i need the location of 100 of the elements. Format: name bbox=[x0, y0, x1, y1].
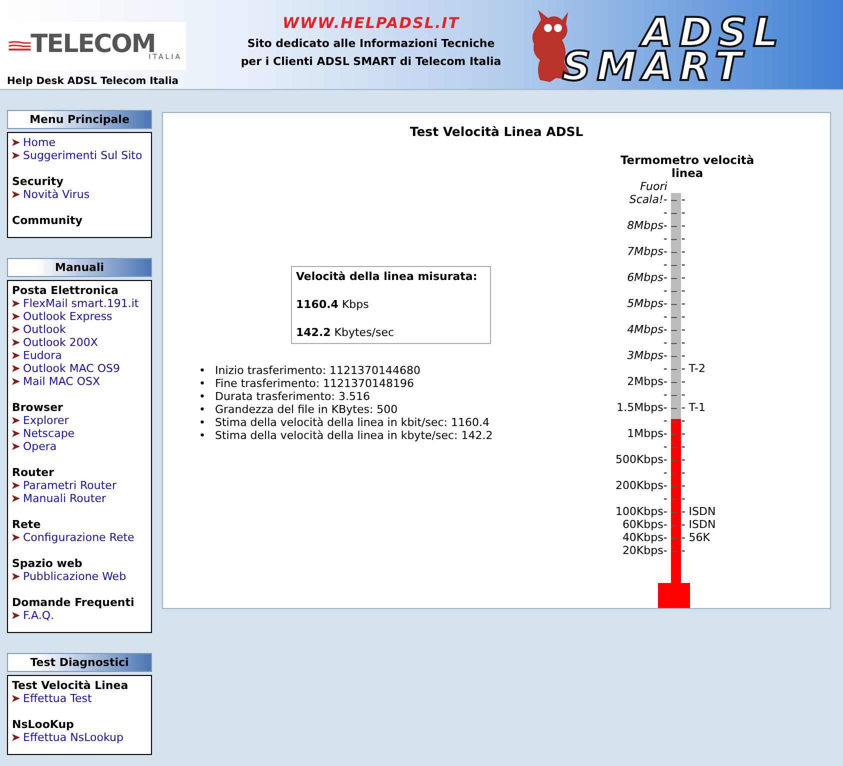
scale-label: 40Kbps- bbox=[621, 530, 668, 544]
menu-link[interactable]: Outlook 200X bbox=[23, 336, 98, 349]
menu-link[interactable]: Parametri Router bbox=[23, 479, 116, 492]
detail-item: Stima della velocità della linea in kbyte/sec: 142.2 bbox=[215, 428, 493, 442]
menu-link[interactable]: Netscape bbox=[23, 427, 75, 440]
scale-note: - bbox=[680, 388, 686, 401]
scale-note: - bbox=[680, 270, 686, 284]
arrow-bullet-icon bbox=[12, 326, 20, 333]
tagline-text: per i Clienti ADSL SMART di Telecom Italia bbox=[240, 54, 502, 70]
scale-label: - bbox=[662, 284, 668, 297]
arrow-bullet-icon bbox=[12, 339, 20, 346]
scale-label: 7Mbps- bbox=[626, 244, 668, 258]
scale-label: 100Kbps- bbox=[614, 504, 668, 518]
arrow-bullet-icon bbox=[12, 378, 20, 385]
scale-label: 20Kbps- bbox=[621, 544, 668, 557]
menu-link[interactable]: Opera bbox=[23, 440, 57, 453]
arrow-bullet-icon bbox=[12, 352, 20, 359]
menu-link[interactable]: FlexMail smart.191.it bbox=[23, 297, 139, 310]
scale-note: - T-1 bbox=[680, 400, 706, 414]
detail-item: Durata trasferimento: 3.516 bbox=[215, 390, 370, 403]
scale-label: - bbox=[662, 414, 668, 427]
menu-group-heading: Posta Elettronica bbox=[12, 284, 120, 297]
site-url: WWW.HELPADSL.IT bbox=[282, 13, 460, 34]
arrow-bullet-icon bbox=[12, 495, 20, 502]
arrow-bullet-icon bbox=[12, 300, 20, 307]
scale-note: - bbox=[680, 452, 686, 466]
scale-label: 8Mbps- bbox=[626, 218, 668, 232]
scale-label: 1.5Mbps- bbox=[616, 400, 668, 414]
thermometer-title: Termometro velocità linea bbox=[619, 154, 756, 180]
tagline-text: Sito dedicato alle Informazioni Tecniche bbox=[246, 36, 496, 52]
arrow-bullet-icon bbox=[12, 612, 20, 619]
menu-link[interactable]: Mail MAC OSX bbox=[23, 375, 100, 388]
menu-link[interactable]: Novità Virus bbox=[23, 188, 90, 201]
menu-link[interactable]: F.A.Q. bbox=[23, 609, 54, 622]
result-value: 1160.4 Kbps bbox=[296, 298, 370, 312]
scale-note: - 56K bbox=[680, 530, 710, 544]
scale-note: - bbox=[680, 426, 686, 440]
banner-title: ADSL bbox=[642, 16, 784, 50]
arrow-bullet-icon bbox=[12, 734, 20, 741]
menu-group-heading: Security bbox=[12, 175, 64, 188]
scale-label: 3Mbps- bbox=[626, 348, 668, 362]
result-value: 142.2 Kbytes/sec bbox=[296, 326, 396, 340]
menu-link[interactable]: Outlook bbox=[23, 323, 66, 336]
menu-group-heading: Spazio web bbox=[12, 557, 84, 570]
arrow-bullet-icon bbox=[12, 695, 20, 702]
menu-section-header: Test Diagnostici bbox=[7, 653, 152, 672]
arrow-bullet-icon bbox=[12, 534, 20, 541]
menu-link[interactable]: Pubblicazione Web bbox=[23, 570, 126, 583]
menu-link[interactable]: Configurazione Rete bbox=[23, 531, 134, 544]
menu-link[interactable]: Explorer bbox=[23, 414, 69, 427]
scale-label: Scala!- bbox=[628, 192, 668, 206]
menu-link[interactable]: Outlook Express bbox=[23, 310, 112, 323]
bullet-text: • bbox=[199, 376, 206, 390]
scale-note: - bbox=[680, 478, 686, 492]
menu-group-heading: Router bbox=[12, 466, 56, 479]
detail-item: Fine trasferimento: 1121370148196 bbox=[215, 376, 414, 390]
bullet-text: • bbox=[199, 428, 206, 442]
menu-group-heading: Community bbox=[12, 214, 84, 227]
page-title: Test Velocità Linea ADSL bbox=[408, 123, 584, 141]
arrow-bullet-icon bbox=[12, 313, 20, 320]
arrow-bullet-icon bbox=[12, 443, 20, 450]
bullet-text: • bbox=[199, 416, 206, 429]
scale-label: - bbox=[662, 206, 668, 219]
scale-note: - ISDN bbox=[680, 518, 716, 531]
scale-note: - bbox=[680, 414, 686, 427]
menu-link[interactable]: Manuali Router bbox=[23, 492, 106, 505]
scale-note: - bbox=[680, 310, 686, 323]
menu-link[interactable]: Home bbox=[23, 136, 56, 149]
menu-link[interactable]: Outlook MAC OS9 bbox=[23, 362, 120, 375]
scale-label: - bbox=[662, 232, 668, 245]
scale-label: 60Kbps- bbox=[621, 518, 668, 531]
arrow-bullet-icon bbox=[12, 365, 20, 372]
scale-label: 2Mbps- bbox=[626, 374, 668, 388]
bullet-text: • bbox=[199, 402, 206, 416]
scale-label: - bbox=[662, 362, 668, 375]
scale-note: - bbox=[680, 348, 686, 362]
bullet-text: • bbox=[199, 364, 206, 377]
result-heading: Velocità della linea misurata: bbox=[296, 270, 478, 284]
menu-link[interactable]: Effettua NsLookup bbox=[23, 731, 124, 744]
scale-label: - bbox=[662, 440, 668, 453]
scale-note: - bbox=[680, 258, 686, 271]
scale-label: - bbox=[662, 388, 668, 401]
menu-link[interactable]: Effettua Test bbox=[23, 692, 92, 705]
scale-note: - bbox=[680, 192, 686, 206]
scale-note: - bbox=[680, 296, 686, 310]
scale-label: Fuori bbox=[639, 180, 668, 193]
scale-label: - bbox=[662, 466, 668, 479]
scale-label: 5Mbps- bbox=[626, 296, 668, 310]
menu-group-heading: Rete bbox=[12, 518, 42, 531]
scale-note: - bbox=[680, 244, 686, 258]
arrow-bullet-icon bbox=[12, 152, 20, 159]
scale-note: - bbox=[680, 218, 686, 232]
helpdesk-label: Help Desk ADSL Telecom Italia bbox=[7, 75, 180, 89]
menu-link[interactable]: Eudora bbox=[23, 349, 62, 362]
arrow-bullet-icon bbox=[12, 430, 20, 437]
menu-link[interactable]: Suggerimenti Sul Sito bbox=[23, 149, 142, 162]
arrow-bullet-icon bbox=[12, 482, 20, 489]
scale-label: - bbox=[662, 258, 668, 271]
scale-note: - bbox=[680, 336, 686, 349]
scale-note: - bbox=[680, 440, 686, 453]
